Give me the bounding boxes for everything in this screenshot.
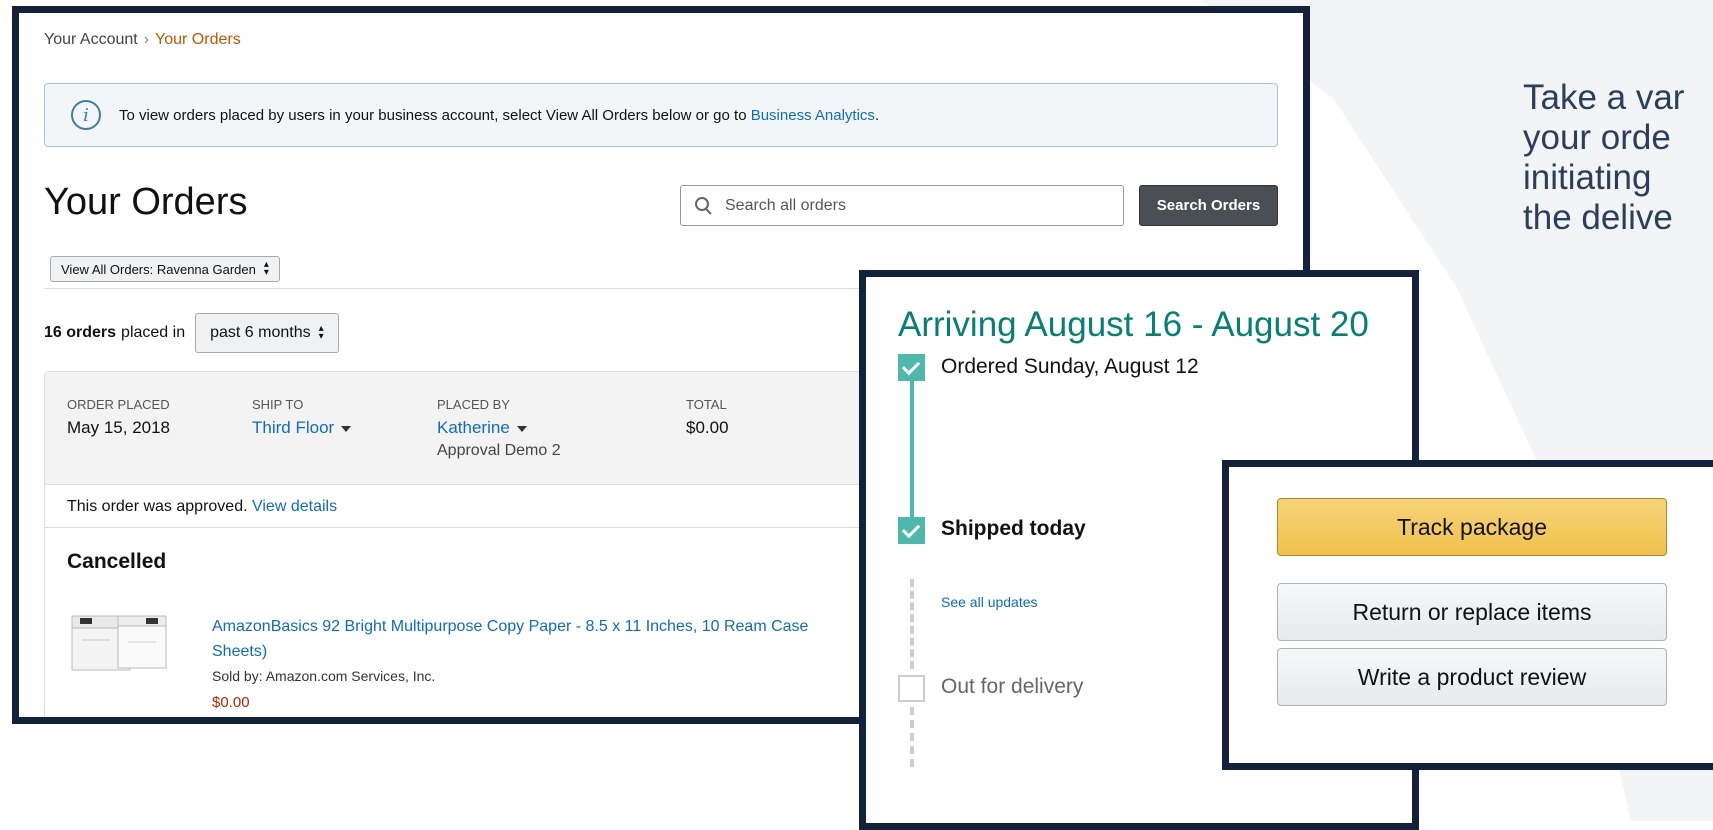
caret-down-icon [341,425,352,432]
total-column: TOTAL $0.00 [686,397,729,438]
step-ordered: Ordered Sunday, August 12 [941,355,1199,378]
placed-by-link[interactable]: Katherine [437,418,561,438]
track-package-button[interactable]: Track package [1277,498,1667,556]
period-select-label: past 6 months [210,324,311,341]
period-select[interactable]: past 6 months ▴ ▾ [195,313,339,353]
caret-down-icon [516,425,527,432]
progress-line-pending [910,707,914,767]
ship-to-link[interactable]: Third Floor [252,418,352,438]
sold-by: Sold by: Amazon.com Services, Inc. [212,668,436,684]
select-arrows-icon: ▴ ▾ [318,323,324,342]
business-analytics-link[interactable]: Business Analytics [751,107,875,124]
progress-line-pending [910,579,914,669]
breadcrumb: Your Account › Your Orders [44,31,241,49]
check-icon [898,354,925,381]
breadcrumb-your-account[interactable]: Your Account [44,31,138,48]
search-box[interactable] [680,185,1124,226]
ship-to-value: Third Floor [252,418,335,437]
step-out-for-delivery: Out for delivery [941,675,1084,698]
placed-by-value: Katherine [437,418,510,437]
search-orders-button[interactable]: Search Orders [1139,185,1278,226]
info-icon: i [71,100,101,130]
view-details-link[interactable]: View details [252,498,337,515]
ship-to-header: SHIP TO [252,397,304,412]
product-title-line1: AmazonBasics 92 Bright Multipurpose Copy… [212,618,809,635]
total-value: $0.00 [686,418,729,437]
search-icon [695,196,713,215]
search-input[interactable] [723,195,1107,216]
placed-by-column: PLACED BY Katherine Approval Demo 2 [437,397,561,460]
product-title-link[interactable]: AmazonBasics 92 Bright Multipurpose Copy… [212,614,862,664]
see-all-updates-link[interactable]: See all updates [941,594,1038,610]
view-all-orders-select[interactable]: View All Orders: Ravenna Garden ▴ ▾ [50,256,280,282]
info-text-suffix: . [874,106,880,124]
order-placed-column: ORDER PLACED May 15, 2018 [67,397,170,438]
unchecked-box-icon [898,675,925,702]
orders-count-text: placed in [121,324,186,341]
product-price: $0.00 [212,694,250,711]
product-title-line2: Sheets) [212,643,268,660]
marketing-text: Take a var your orde initiating the deli… [1523,78,1685,237]
check-icon [898,517,925,544]
breadcrumb-separator: › [143,31,150,48]
view-all-orders-label: View All Orders: Ravenna Garden [61,261,256,277]
step-shipped: Shipped today [941,517,1086,540]
page-title: Your Orders [44,181,248,223]
info-text-body: To view orders placed by users in your b… [119,106,751,124]
info-text: To view orders placed by users in your b… [119,107,879,124]
actions-panel: Track package Return or replace items Wr… [1222,460,1713,770]
ship-to-column: SHIP TO Third Floor [252,397,352,438]
select-arrows-icon: ▴ ▾ [263,259,269,278]
order-placed-value: May 15, 2018 [67,418,171,437]
arriving-heading: Arriving August 16 - August 20 [898,305,1369,344]
info-banner: i To view orders placed by users in your… [44,83,1278,147]
breadcrumb-your-orders: Your Orders [155,31,241,48]
total-header: TOTAL [686,397,727,412]
write-review-button[interactable]: Write a product review [1277,648,1667,706]
approval-text: This order was approved. [67,498,248,515]
orders-count: 16 orders [44,324,117,341]
placed-by-sub: Approval Demo 2 [437,442,561,459]
order-status: Cancelled [67,550,167,573]
approval-notice: This order was approved. View details [67,498,337,516]
return-replace-button[interactable]: Return or replace items [1277,583,1667,641]
placed-by-header: PLACED BY [437,397,510,412]
product-image[interactable] [70,612,170,674]
orders-count-row: 16 orders placed in past 6 months ▴ ▾ [44,313,339,353]
order-placed-header: ORDER PLACED [67,397,170,412]
